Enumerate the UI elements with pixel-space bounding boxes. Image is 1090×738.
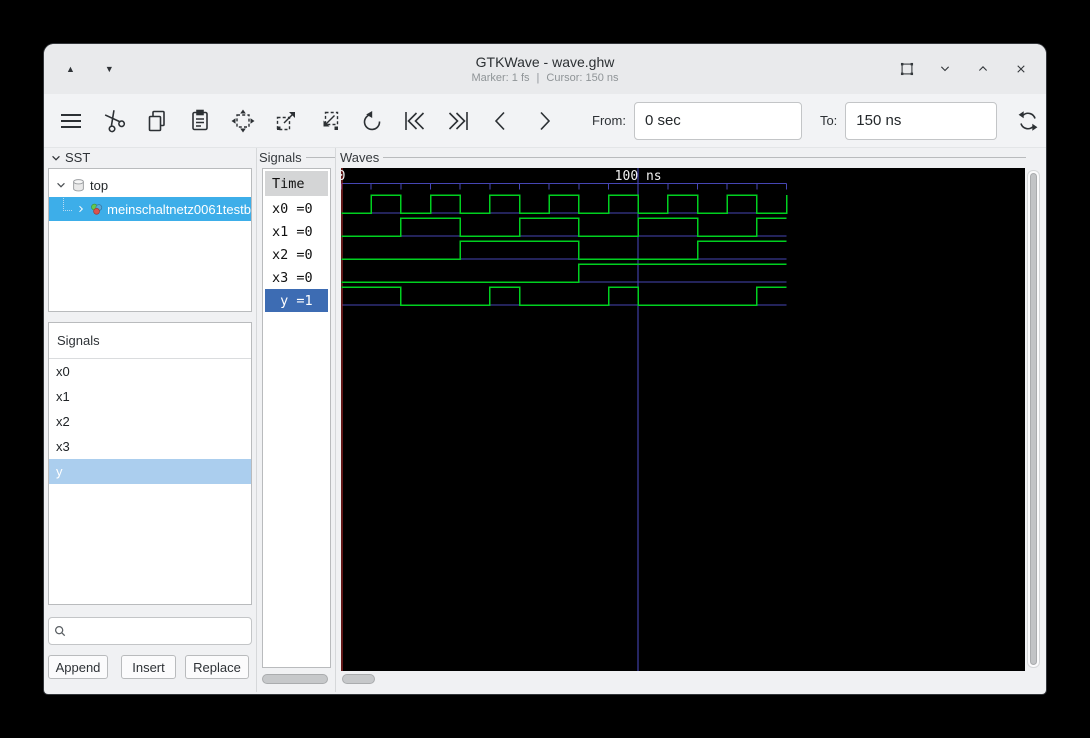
keep-above-button[interactable]: ▲ [62, 61, 79, 78]
module-icon [73, 178, 84, 191]
signal-row-x2[interactable]: x2 =0 [265, 243, 328, 266]
signals-frame-text: Signals [259, 150, 302, 165]
zoom-to-start-button[interactable] [402, 108, 428, 134]
zoom-out-button[interactable] [316, 108, 342, 134]
minimize-button[interactable] [934, 58, 956, 80]
to-label: To: [819, 113, 838, 128]
zoom-out-icon [323, 111, 339, 130]
tree-item-top[interactable]: top [49, 173, 251, 197]
wave-vertical-scrollbar[interactable] [1027, 170, 1040, 668]
filter-item-y[interactable]: y [49, 459, 251, 484]
chevron-left-icon [494, 111, 505, 130]
paste-traces-button[interactable] [187, 108, 213, 134]
wave-horizontal-scrollbar[interactable] [342, 674, 375, 684]
fullscreen-button[interactable] [896, 58, 918, 80]
tree-guide [63, 197, 73, 211]
chevron-down-icon [940, 66, 950, 72]
scissors-icon [104, 109, 126, 132]
panel-splitter-left[interactable] [256, 148, 257, 692]
svg-text:0: 0 [341, 169, 345, 184]
keep-below-button[interactable]: ▼ [101, 61, 118, 78]
tree-item-label: top [90, 177, 109, 193]
copy-icon [148, 110, 165, 131]
fullscreen-icon [900, 62, 914, 76]
menu-button[interactable] [58, 108, 84, 134]
collapse-chevron-icon [52, 155, 60, 161]
filter-item-x0[interactable]: x0 [49, 359, 251, 384]
reload-button[interactable] [1015, 108, 1041, 134]
panel-splitter-right[interactable] [335, 148, 336, 692]
prev-edge-button[interactable] [488, 108, 514, 134]
gtkwave-window: ▲ ▼ GTKWave - wave.ghw Marker: 1 fs | Cu… [44, 44, 1046, 694]
values-horizontal-scrollbar[interactable] [262, 674, 328, 684]
filter-column-header[interactable]: Signals [49, 323, 251, 359]
signal-filter-panel: Signals x0 x1 x2 x3 y [48, 322, 252, 605]
replace-button[interactable]: Replace [185, 655, 249, 679]
toolbar: From: To: [44, 94, 1046, 148]
filter-item-x2[interactable]: x2 [49, 409, 251, 434]
close-button[interactable] [1010, 58, 1032, 80]
signal-search [48, 617, 252, 645]
wave-display[interactable]: 0 100 ns [338, 168, 1025, 671]
append-button[interactable]: Append [48, 655, 108, 679]
filter-item-x1[interactable]: x1 [49, 384, 251, 409]
zoom-to-end-button[interactable] [445, 108, 471, 134]
search-icon [54, 625, 66, 637]
from-input[interactable] [633, 101, 802, 140]
vscroll-thumb[interactable] [1030, 173, 1037, 665]
maximize-button[interactable] [972, 58, 994, 80]
copy-traces-button[interactable] [144, 108, 170, 134]
sst-header[interactable]: SST [50, 150, 90, 165]
zoom-fit-icon [231, 109, 255, 132]
window-subtitle: Marker: 1 fs | Cursor: 150 ns [471, 72, 618, 84]
paste-icon [192, 109, 208, 130]
signals-frame-label: Signals [259, 150, 335, 165]
next-edge-button[interactable] [531, 108, 557, 134]
subtitle-separator: | [536, 72, 540, 84]
goto-start-icon [405, 111, 425, 130]
cursor-status: Cursor: 150 ns [546, 72, 619, 84]
chevron-right-icon [540, 111, 551, 130]
screen: ▲ ▼ GTKWave - wave.ghw Marker: 1 fs | Cu… [0, 0, 1090, 738]
signal-row-y[interactable]: y =1 [265, 289, 328, 312]
goto-end-icon [448, 111, 468, 130]
menu-icon [61, 113, 81, 128]
zoom-undo-button[interactable] [359, 108, 385, 134]
zoom-fit-button[interactable] [230, 108, 256, 134]
tree-item-label: meinschaltnetz0061testb [107, 201, 251, 217]
insert-button[interactable]: Insert [121, 655, 176, 679]
filter-item-x3[interactable]: x3 [49, 434, 251, 459]
expander-down-icon [57, 182, 65, 188]
marker-status: Marker: 1 fs [471, 72, 530, 84]
zoom-in-icon [276, 111, 295, 130]
chevron-up-icon [978, 66, 988, 71]
svg-text:100 ns: 100 ns [615, 169, 662, 184]
signal-row-x1[interactable]: x1 =0 [265, 220, 328, 243]
waves-frame-label: Waves [340, 150, 1026, 165]
close-icon [1017, 65, 1025, 73]
sst-label: SST [65, 150, 91, 165]
reload-icon [1018, 110, 1038, 131]
to-input[interactable] [845, 101, 998, 140]
zoom-in-button[interactable] [273, 108, 299, 134]
window-title: GTKWave - wave.ghw [475, 54, 615, 70]
waveform-canvas: 0 100 ns [338, 168, 788, 671]
component-icon [91, 203, 103, 215]
signal-values-panel: Time x0 =0 x1 =0 x2 =0 x3 =0 y =1 [262, 168, 331, 668]
signal-row-x0[interactable]: x0 =0 [265, 197, 328, 220]
signal-row-x3[interactable]: x3 =0 [265, 266, 328, 289]
from-label: From: [592, 113, 626, 128]
sst-tree: top meinschaltnetz0061testb [48, 168, 252, 312]
search-input[interactable] [71, 622, 251, 640]
titlebar: ▲ ▼ GTKWave - wave.ghw Marker: 1 fs | Cu… [44, 44, 1046, 95]
expander-right-icon [79, 205, 84, 213]
time-header[interactable]: Time [265, 171, 328, 196]
tree-item-testbench[interactable]: meinschaltnetz0061testb [49, 197, 251, 221]
undo-icon [363, 110, 381, 130]
cut-traces-button[interactable] [101, 108, 127, 134]
waves-frame-text: Waves [340, 150, 380, 165]
